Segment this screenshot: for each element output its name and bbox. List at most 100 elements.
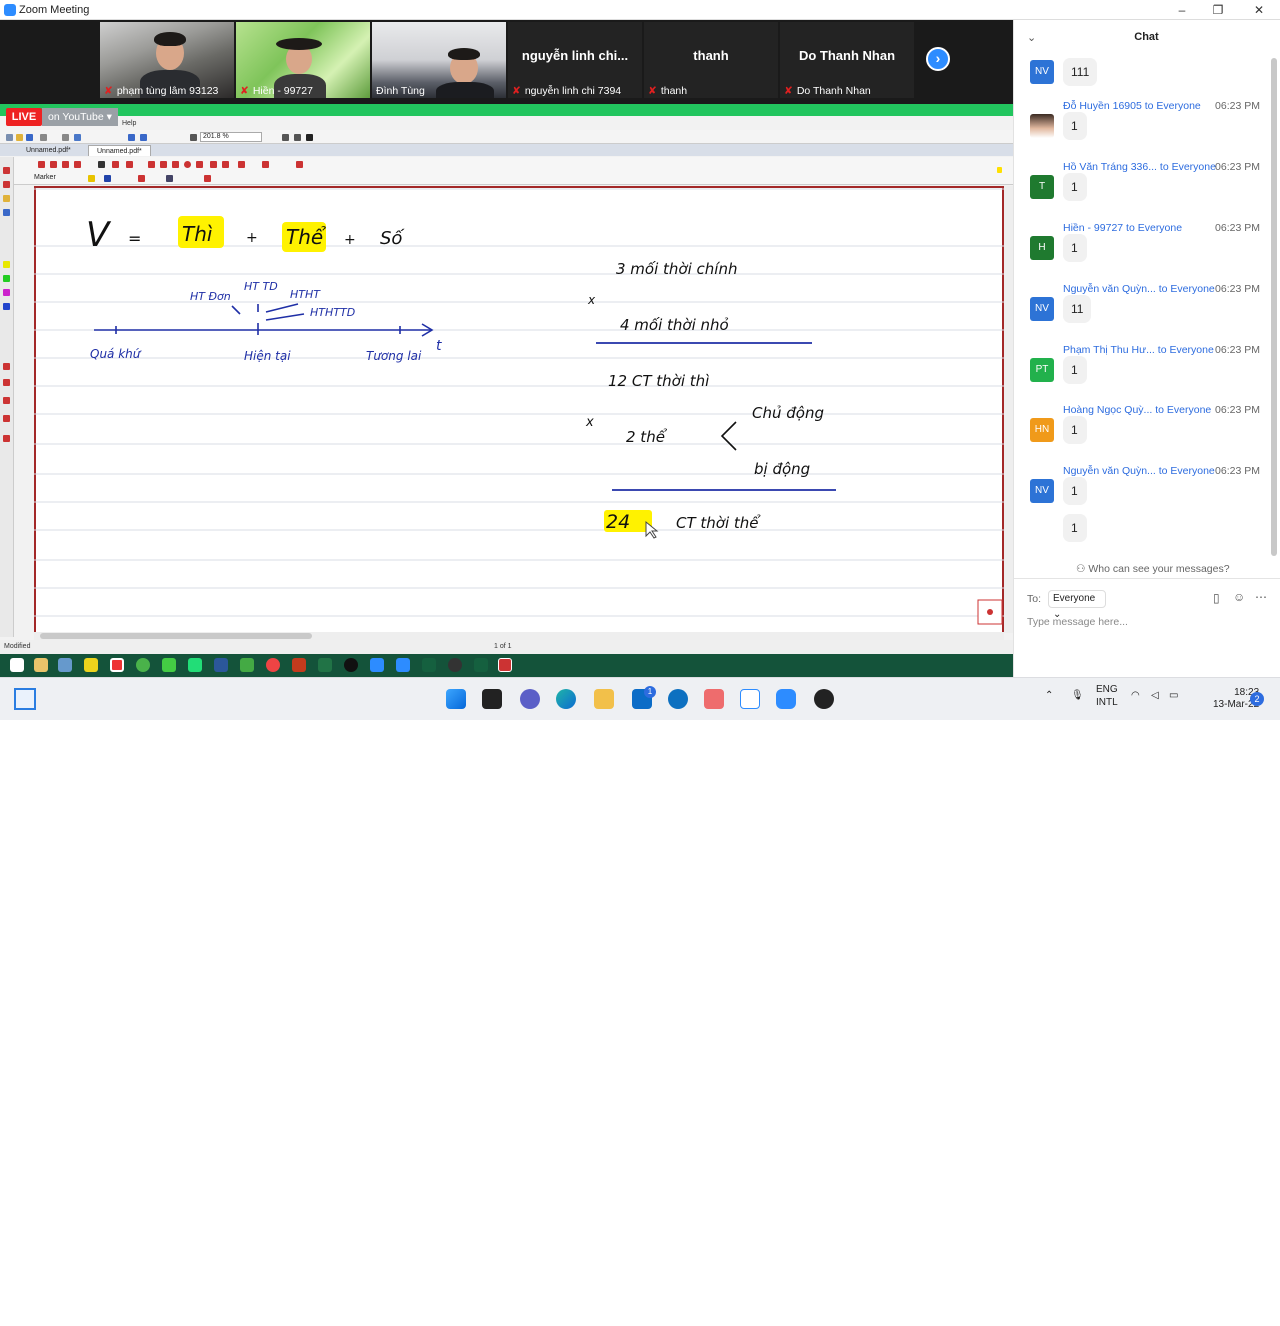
stamp-icon[interactable] xyxy=(222,161,229,168)
open-icon[interactable] xyxy=(16,134,23,141)
app-icon[interactable] xyxy=(396,658,410,672)
panel-tool-icon[interactable] xyxy=(3,167,10,174)
app-icon[interactable] xyxy=(266,658,280,672)
zoom-taskbar-icon[interactable] xyxy=(776,689,796,709)
vertical-scrollbar[interactable] xyxy=(1004,186,1013,633)
next-page-arrow-icon[interactable]: › xyxy=(926,47,950,71)
save-icon[interactable] xyxy=(26,134,33,141)
app-icon[interactable] xyxy=(474,658,488,672)
volume-icon[interactable]: ◁ xyxy=(1151,690,1159,701)
zalo-icon[interactable] xyxy=(740,689,760,709)
fit-width-icon[interactable] xyxy=(294,134,301,141)
tab-document-active[interactable]: Unnamed.pdf* xyxy=(88,145,151,156)
maximize-icon[interactable]: ❐ xyxy=(1203,2,1233,18)
message-text[interactable]: 1 xyxy=(1063,173,1087,201)
scan-icon[interactable] xyxy=(62,134,69,141)
horizontal-scrollbar[interactable] xyxy=(34,632,1004,640)
scroll-thumb[interactable] xyxy=(40,633,312,639)
participant-tile[interactable]: ✘ Hiền - 99727 xyxy=(236,22,370,98)
full-screen-icon[interactable] xyxy=(306,134,313,141)
hand-icon[interactable] xyxy=(50,161,57,168)
participant-tile[interactable]: thanh ✘ thanh xyxy=(644,22,778,98)
emoji-icon[interactable]: ☺ xyxy=(1233,590,1245,604)
sender-name[interactable]: Đỗ Huyền 16905 xyxy=(1063,100,1142,112)
line-style-icon[interactable] xyxy=(138,175,145,182)
color-swatch-blue[interactable] xyxy=(104,175,111,182)
pen-icon[interactable] xyxy=(98,161,105,168)
taskview-panel-icon[interactable] xyxy=(14,688,36,710)
app-icon[interactable] xyxy=(110,658,124,672)
minimize-icon[interactable]: – xyxy=(1167,2,1197,18)
obs-icon[interactable] xyxy=(814,689,834,709)
file-explorer-icon[interactable] xyxy=(594,689,614,709)
new-icon[interactable] xyxy=(6,134,13,141)
panel-tool-icon[interactable] xyxy=(3,181,10,188)
eraser-icon[interactable] xyxy=(126,161,133,168)
app-icon[interactable] xyxy=(58,658,72,672)
line-icon[interactable] xyxy=(148,161,155,168)
message-text[interactable]: 11 xyxy=(1063,295,1092,323)
color-yellow-icon[interactable] xyxy=(3,261,10,268)
message-text[interactable]: 1 xyxy=(1063,416,1087,444)
sender-name[interactable]: Hiền - 99727 xyxy=(1063,222,1123,234)
app-icon[interactable] xyxy=(84,658,98,672)
app-icon[interactable] xyxy=(240,658,254,672)
measure-icon[interactable] xyxy=(262,161,269,168)
delete-icon[interactable] xyxy=(204,175,211,182)
menu-help[interactable]: Help xyxy=(122,120,136,127)
store-icon[interactable] xyxy=(668,689,688,709)
sender-name[interactable]: Nguyễn văn Quỳn... xyxy=(1063,283,1156,295)
handwriting-canvas[interactable]: V = Thì + Thể + Số Quá khứ Hiện tại Tươn… xyxy=(34,186,1004,633)
color-blue-icon[interactable] xyxy=(3,303,10,310)
word-icon[interactable] xyxy=(214,658,228,672)
message-text[interactable]: 1 xyxy=(1063,112,1087,140)
panel-tool-icon[interactable] xyxy=(3,195,10,202)
teams-chat-icon[interactable] xyxy=(520,689,540,709)
print-icon[interactable] xyxy=(40,134,47,141)
select-icon[interactable] xyxy=(62,161,69,168)
participant-tile[interactable]: Đình Tùng xyxy=(372,22,506,98)
color-magenta-icon[interactable] xyxy=(3,289,10,296)
chat-scrollbar[interactable] xyxy=(1271,58,1277,556)
recipient-select[interactable]: Everyone ⌄ xyxy=(1048,590,1106,620)
textbox-icon[interactable] xyxy=(238,161,245,168)
excel-icon[interactable] xyxy=(318,658,332,672)
notification-badge[interactable]: 2 xyxy=(1250,692,1264,706)
rectangle-icon[interactable] xyxy=(172,161,179,168)
who-can-see-link[interactable]: ⚇ Who can see your messages? xyxy=(1076,563,1230,575)
language-code[interactable]: ENG xyxy=(1096,684,1118,695)
sender-name[interactable]: Hồ Văn Tráng 336... xyxy=(1063,161,1157,173)
wifi-icon[interactable]: ◠ xyxy=(1131,690,1140,701)
panel-tool-icon[interactable] xyxy=(3,435,10,442)
email-icon[interactable] xyxy=(74,134,81,141)
sender-name[interactable]: Nguyễn văn Quỳn... xyxy=(1063,465,1156,477)
message-text[interactable]: 1 xyxy=(1063,477,1087,505)
app-icon[interactable] xyxy=(448,658,462,672)
color-green-icon[interactable] xyxy=(3,275,10,282)
microphone-icon[interactable]: 🎙 xyxy=(1071,690,1084,701)
message-text[interactable]: 111 xyxy=(1063,58,1098,86)
panel-tool-icon[interactable] xyxy=(3,397,10,404)
highlight-icon[interactable] xyxy=(112,161,119,168)
message-text[interactable]: 1 xyxy=(1063,356,1087,384)
fit-page-icon[interactable] xyxy=(282,134,289,141)
app-icon[interactable] xyxy=(344,658,358,672)
panel-tool-icon[interactable] xyxy=(3,415,10,422)
chrome-icon[interactable] xyxy=(136,658,150,672)
message-text[interactable]: 1 xyxy=(1063,514,1087,542)
zoom-icon[interactable] xyxy=(370,658,384,672)
undo-icon[interactable] xyxy=(128,134,135,141)
participant-tile[interactable]: Do Thanh Nhan ✘ Do Thanh Nhan xyxy=(780,22,914,98)
zoom-level-field[interactable]: 201.8 % xyxy=(200,132,262,142)
task-view-icon[interactable] xyxy=(482,689,502,709)
live-badge[interactable]: LIVE xyxy=(6,108,42,126)
marker-mode-icon[interactable] xyxy=(166,175,173,182)
youtube-live-dropdown[interactable]: on YouTube ▾ xyxy=(42,108,118,126)
more-icon[interactable]: ⋯ xyxy=(1255,590,1267,604)
panel-tool-icon[interactable] xyxy=(3,209,10,216)
app-icon[interactable] xyxy=(188,658,202,672)
app-icon[interactable] xyxy=(422,658,436,672)
powerpoint-icon[interactable] xyxy=(292,658,306,672)
language-layout[interactable]: INTL xyxy=(1096,697,1118,708)
pdf-annotator-icon[interactable] xyxy=(498,658,512,672)
